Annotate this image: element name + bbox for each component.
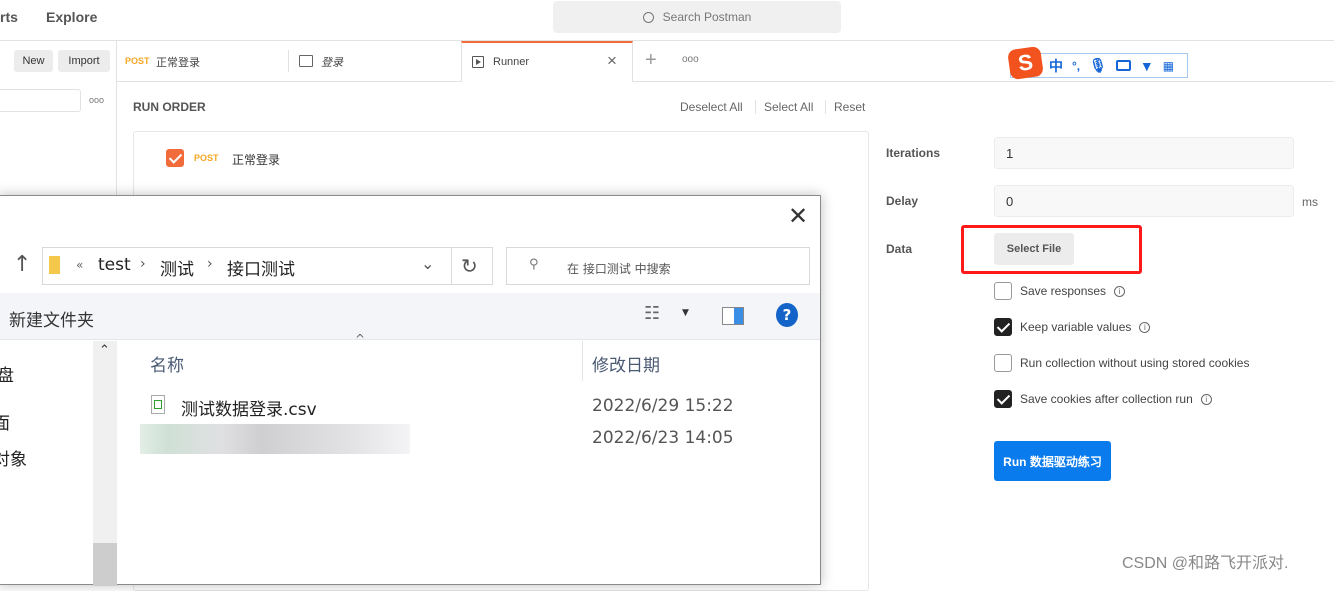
method-badge: POST <box>125 56 150 66</box>
save-cookies-checkbox[interactable] <box>994 390 1012 408</box>
tab-post-login[interactable]: POST 正常登录 <box>117 41 288 81</box>
address-bar[interactable]: « test › 测试 › 接口测试 ⌄ ↻ <box>42 247 493 285</box>
column-header-modified[interactable]: 修改日期 <box>592 351 660 376</box>
nav-explore[interactable]: Explore <box>46 9 97 25</box>
search-icon <box>642 11 654 23</box>
delay-input[interactable]: 0 <box>994 185 1294 217</box>
file-modified: 2022/6/23 14:05 <box>592 428 734 448</box>
iterations-input[interactable]: 1 <box>994 137 1294 169</box>
close-tab-icon[interactable]: × <box>607 51 617 71</box>
search-input[interactable]: Search Postman <box>553 1 841 33</box>
run-item-name: 正常登录 <box>232 153 281 167</box>
refresh-icon[interactable]: ↻ <box>461 254 478 278</box>
add-tab-button[interactable]: + <box>645 49 657 72</box>
view-dropdown-icon[interactable]: ▼ <box>682 308 689 318</box>
dialog-toolbar: 新建文件夹 ☷ ▼ ? <box>0 293 820 340</box>
tab-more-button[interactable]: ooo <box>682 54 699 65</box>
save-cookies-label: Save cookies after collection run i <box>1020 392 1212 406</box>
sidebar-filter-input[interactable] <box>0 89 81 112</box>
column-header-name[interactable]: 名称 <box>150 351 184 376</box>
breadcrumb-api-test[interactable]: 接口测试 <box>227 255 295 280</box>
apps-icon[interactable]: ▦ <box>1163 59 1174 73</box>
tab-label: Runner <box>493 56 530 68</box>
data-label: Data <box>886 242 913 256</box>
nav-scrollbar[interactable]: ⌃ <box>93 341 117 586</box>
breadcrumb-overflow: « <box>76 258 84 272</box>
method-badge: POST <box>194 153 219 163</box>
skin-icon[interactable]: ▼ <box>1140 58 1154 74</box>
deselect-all-link[interactable]: Deselect All <box>680 100 743 114</box>
runner-icon <box>472 56 484 68</box>
microphone-icon[interactable]: 🎙 <box>1089 57 1107 74</box>
ime-punct-icon[interactable]: °, <box>1072 59 1080 73</box>
keyboard-icon[interactable] <box>1115 60 1131 71</box>
nav-partial[interactable]: rts <box>0 9 18 25</box>
watermark: CSDN @和路飞开派对. <box>1122 555 1289 572</box>
run-item-checkbox[interactable] <box>166 149 184 167</box>
highlight-box <box>961 225 1142 274</box>
help-icon[interactable]: ? <box>776 303 798 327</box>
info-icon[interactable]: i <box>1200 394 1212 406</box>
file-name: 测试数据登录.csv <box>181 400 317 420</box>
search-placeholder: Search Postman <box>662 10 752 24</box>
delay-unit: ms <box>1302 195 1318 209</box>
delay-label: Delay <box>886 194 919 208</box>
tab-runner[interactable]: Runner × <box>461 41 633 82</box>
nav-item[interactable]: 面 <box>0 409 10 434</box>
chevron-right-icon: › <box>140 256 146 272</box>
view-list-icon[interactable]: ☷ <box>644 303 660 324</box>
dialog-close-icon[interactable]: ✕ <box>788 202 808 230</box>
sidebar-more-button[interactable]: ooo <box>89 95 104 105</box>
run-order-title: RUN ORDER <box>133 100 206 114</box>
folder-icon <box>299 55 313 67</box>
tab-label: 登录 <box>321 57 343 69</box>
nav-item[interactable]: 盘 <box>0 361 14 386</box>
sort-ascending-icon: ^ <box>355 332 366 346</box>
search-icon: ⚲ <box>529 257 539 272</box>
import-button[interactable]: Import <box>58 50 110 72</box>
scrollbar-thumb[interactable] <box>93 543 117 586</box>
nav-item[interactable]: 对象 <box>0 445 27 470</box>
save-responses-label: Save responses i <box>1020 284 1126 298</box>
sogou-logo-icon: S <box>1007 45 1044 81</box>
run-collection-button[interactable]: Run 数据驱动练习 <box>994 441 1111 481</box>
info-icon[interactable]: i <box>1114 286 1126 298</box>
folder-icon <box>49 256 60 274</box>
chevron-right-icon: › <box>207 256 213 272</box>
keep-variable-values-checkbox[interactable] <box>994 318 1012 336</box>
file-row[interactable]: 测试数据登录.csv <box>139 394 579 420</box>
keep-variable-values-label: Keep variable values i <box>1020 320 1151 334</box>
no-stored-cookies-label: Run collection without using stored cook… <box>1020 356 1250 370</box>
new-folder-button[interactable]: 新建文件夹 <box>9 306 94 331</box>
csv-file-icon <box>151 395 165 414</box>
breadcrumb-test[interactable]: test <box>98 255 131 275</box>
new-button[interactable]: New <box>14 50 53 72</box>
dialog-search-input[interactable]: ⚲ 在 接口测试 中搜索 <box>506 247 810 285</box>
reset-link[interactable]: Reset <box>834 100 865 114</box>
tab-login-folder[interactable]: 登录 <box>289 41 460 81</box>
breadcrumb-test-cn[interactable]: 测试 <box>160 255 194 280</box>
select-all-link[interactable]: Select All <box>764 100 813 114</box>
preview-pane-icon[interactable] <box>722 307 744 325</box>
tab-label: 正常登录 <box>156 57 200 69</box>
chevron-down-icon[interactable]: ⌄ <box>421 254 434 273</box>
ime-lang[interactable]: 中 <box>1049 56 1063 76</box>
info-icon[interactable]: i <box>1139 322 1151 334</box>
up-arrow-icon[interactable]: ↑ <box>13 252 31 277</box>
save-responses-checkbox[interactable] <box>994 282 1012 300</box>
scroll-up-icon[interactable]: ⌃ <box>99 343 110 358</box>
no-stored-cookies-checkbox[interactable] <box>994 354 1012 372</box>
iterations-label: Iterations <box>886 146 941 160</box>
search-placeholder: 在 接口测试 中搜索 <box>567 262 671 276</box>
blurred-file-name[interactable] <box>140 424 410 454</box>
file-open-dialog: ✕ ↑ « test › 测试 › 接口测试 ⌄ ↻ ⚲ 在 接口测试 中搜索 … <box>0 195 821 586</box>
file-modified: 2022/6/29 15:22 <box>592 396 734 416</box>
